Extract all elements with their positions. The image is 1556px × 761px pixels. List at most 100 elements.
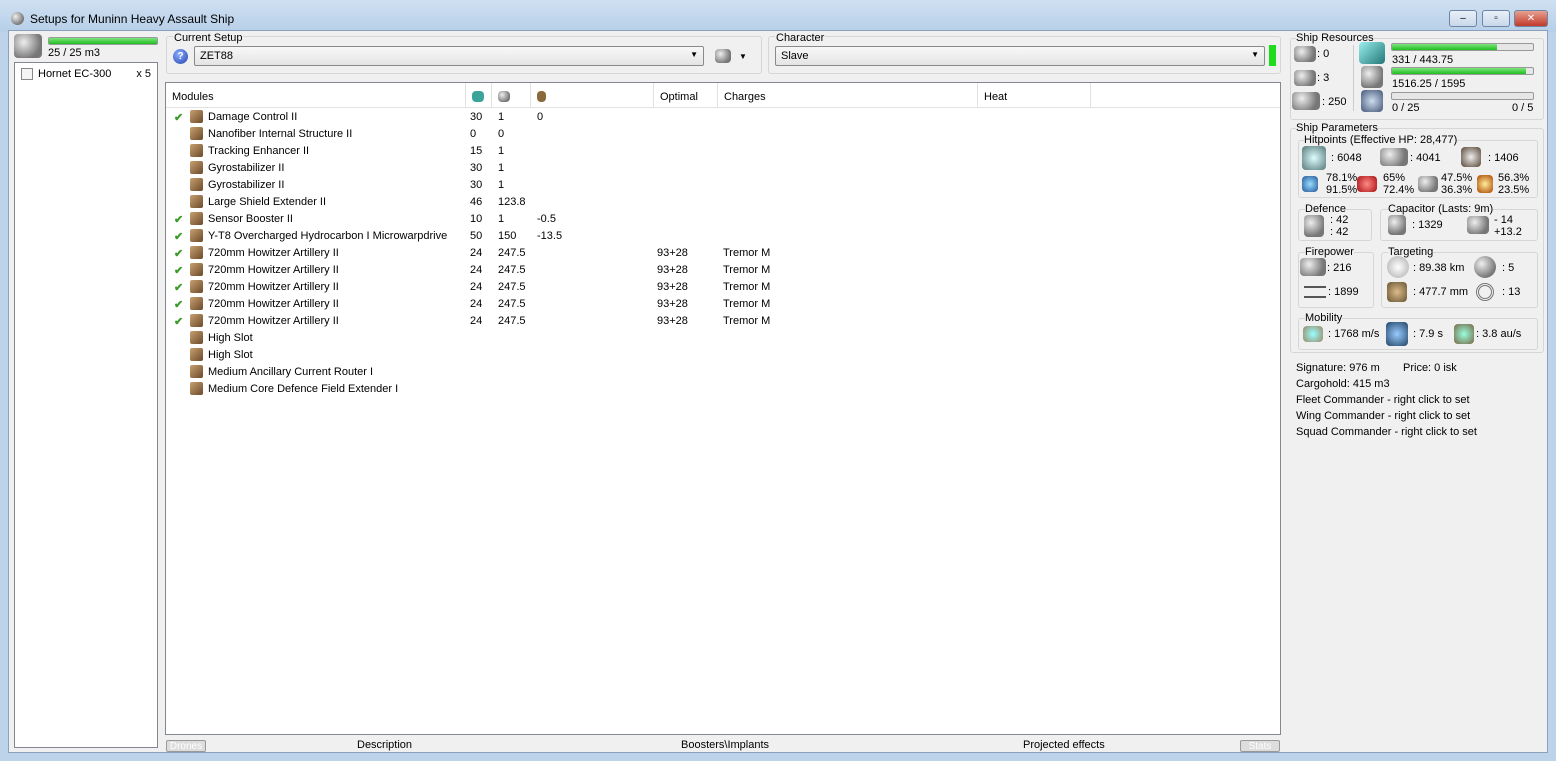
module-cpu: 15 xyxy=(470,145,483,157)
module-row[interactable]: Medium Ancillary Current Router I xyxy=(166,364,866,381)
minimize-button[interactable]: – xyxy=(1449,10,1477,27)
module-charges: Tremor M xyxy=(723,298,771,310)
module-row[interactable]: ✔ Y-T8 Overcharged Hydrocarbon I Microwar… xyxy=(166,228,866,245)
defence-value-1: : 42 xyxy=(1330,214,1349,226)
module-icon xyxy=(190,297,203,310)
module-name: 720mm Howitzer Artillery II xyxy=(208,281,339,293)
module-icon xyxy=(190,178,203,191)
module-icon xyxy=(190,229,203,242)
chevron-down-icon: ▼ xyxy=(739,52,747,61)
module-row[interactable]: ✔ Sensor Booster II 10 1 -0.5 xyxy=(166,211,866,228)
chevron-down-icon: ▼ xyxy=(1251,50,1259,59)
ship-menu-button[interactable]: ▼ xyxy=(715,49,749,65)
module-charges: Tremor M xyxy=(723,264,771,276)
col-powergrid[interactable] xyxy=(492,83,531,107)
module-powergrid: 247.5 xyxy=(498,315,526,327)
module-icon xyxy=(190,365,203,378)
col-modules[interactable]: Modules xyxy=(166,83,466,107)
module-cpu: 30 xyxy=(470,111,483,123)
module-optimal: 93+28 xyxy=(657,247,688,259)
module-cpu: 0 xyxy=(470,128,477,140)
shield-hp: : 6048 xyxy=(1331,152,1362,164)
explosive-armor: 23.5% xyxy=(1498,184,1530,196)
module-name: Y-T8 Overcharged Hydrocarbon I Microwarp… xyxy=(208,230,448,242)
module-row[interactable]: Gyrostabilizer II 30 1 xyxy=(166,177,866,194)
turret-hardpoint-icon xyxy=(1294,46,1316,62)
character-select[interactable]: Slave ▼ xyxy=(775,46,1265,66)
module-capacitor: -13.5 xyxy=(537,230,563,242)
drone-list-item[interactable]: Hornet EC-300 x 5 xyxy=(19,67,155,81)
fleet-commander[interactable]: Fleet Commander - right click to set xyxy=(1296,394,1470,406)
thermal-armor: 72.4% xyxy=(1383,184,1415,196)
cpu-icon xyxy=(1359,42,1385,64)
module-row[interactable]: Medium Core Defence Field Extender I xyxy=(166,381,866,398)
module-row[interactable]: Tracking Enhancer II 15 1 xyxy=(166,143,866,160)
range-icon xyxy=(1387,256,1409,278)
tab-stats[interactable]: Stats xyxy=(1240,740,1280,752)
armor-icon xyxy=(1380,148,1408,166)
module-row[interactable]: Gyrostabilizer II 30 1 xyxy=(166,160,866,177)
module-name: Large Shield Extender II xyxy=(208,196,327,208)
module-cpu: 24 xyxy=(470,315,483,327)
maximize-button[interactable]: ▫ xyxy=(1482,10,1510,27)
check-icon[interactable]: ✔ xyxy=(174,298,183,311)
drone-qty: x 5 xyxy=(136,68,151,80)
drone-checkbox[interactable] xyxy=(21,68,33,80)
module-optimal: 93+28 xyxy=(657,315,688,327)
defence-values: : 42: 42 xyxy=(1330,214,1348,238)
check-icon[interactable]: ✔ xyxy=(174,230,183,243)
explosive-resist: 56.3% 23.5% xyxy=(1498,172,1529,196)
capacitor-icon xyxy=(1388,215,1406,235)
structure-icon xyxy=(1461,147,1481,167)
tab-drones[interactable]: Drones xyxy=(166,740,206,752)
col-optimal[interactable]: Optimal xyxy=(654,83,718,107)
tab-projected-effects[interactable]: Projected effects xyxy=(1023,739,1105,751)
check-icon[interactable]: ✔ xyxy=(174,264,183,277)
hitpoints-title: Hitpoints (Effective HP: 28,477) xyxy=(1304,134,1458,146)
module-row[interactable]: Large Shield Extender II 46 123.8 xyxy=(166,194,866,211)
module-row[interactable]: High Slot xyxy=(166,330,866,347)
module-cpu: 30 xyxy=(470,162,483,174)
setup-value: ZET88 xyxy=(200,50,234,62)
module-row[interactable]: High Slot xyxy=(166,347,866,364)
module-name: Medium Core Defence Field Extender I xyxy=(208,383,399,395)
check-icon[interactable]: ✔ xyxy=(174,247,183,260)
check-icon[interactable]: ✔ xyxy=(174,111,183,124)
module-row[interactable]: ✔ 720mm Howitzer Artillery II 24 247.5 93+28… xyxy=(166,245,866,262)
tab-boosters-implants[interactable]: Boosters\Implants xyxy=(681,739,769,751)
em-resist: 78.1% 91.5% xyxy=(1326,172,1357,196)
armor-hp: : 4041 xyxy=(1410,152,1441,164)
module-row[interactable]: ✔ 720mm Howitzer Artillery II 24 247.5 93+28… xyxy=(166,313,866,330)
cargohold: Cargohold: 415 m3 xyxy=(1296,378,1390,390)
squad-commander[interactable]: Squad Commander - right click to set xyxy=(1296,426,1477,438)
warp-speed: : 3.8 au/s xyxy=(1476,328,1522,340)
module-cpu: 50 xyxy=(470,230,483,242)
check-icon[interactable]: ✔ xyxy=(174,213,183,226)
module-row[interactable]: ✔ 720mm Howitzer Artillery II 24 247.5 93+28… xyxy=(166,279,866,296)
module-name: 720mm Howitzer Artillery II xyxy=(208,247,339,259)
tab-description[interactable]: Description xyxy=(357,739,412,751)
col-heat[interactable]: Heat xyxy=(978,83,1091,107)
wing-commander[interactable]: Wing Commander - right click to set xyxy=(1296,410,1470,422)
module-name: 720mm Howitzer Artillery II xyxy=(208,264,339,276)
help-icon[interactable]: ? xyxy=(173,49,188,64)
close-button[interactable]: ✕ xyxy=(1514,10,1548,27)
kinetic-armor: 36.3% xyxy=(1441,184,1473,196)
volley-icon xyxy=(1304,286,1326,298)
module-row[interactable]: ✔ 720mm Howitzer Artillery II 24 247.5 93+28… xyxy=(166,296,866,313)
check-icon[interactable]: ✔ xyxy=(174,315,183,328)
scan-resolution: : 477.7 mm xyxy=(1413,286,1469,298)
max-targets: : 5 xyxy=(1502,262,1515,274)
powergrid-value: 1516.25 / 1595 xyxy=(1392,78,1466,90)
module-row[interactable]: Nanofiber Internal Structure II 0 0 xyxy=(166,126,866,143)
module-powergrid: 123.8 xyxy=(498,196,526,208)
col-cpu[interactable] xyxy=(466,83,492,107)
setup-select[interactable]: ZET88 ▼ xyxy=(194,46,704,66)
drone-bandwidth-bar xyxy=(1391,92,1534,100)
module-row[interactable]: ✔ 720mm Howitzer Artillery II 24 247.5 93+28… xyxy=(166,262,866,279)
check-icon[interactable]: ✔ xyxy=(174,281,183,294)
divider xyxy=(1353,45,1354,111)
module-row[interactable]: ✔ Damage Control II 30 1 0 xyxy=(166,109,866,126)
col-charges[interactable]: Charges xyxy=(718,83,978,107)
col-capacitor[interactable] xyxy=(531,83,654,107)
